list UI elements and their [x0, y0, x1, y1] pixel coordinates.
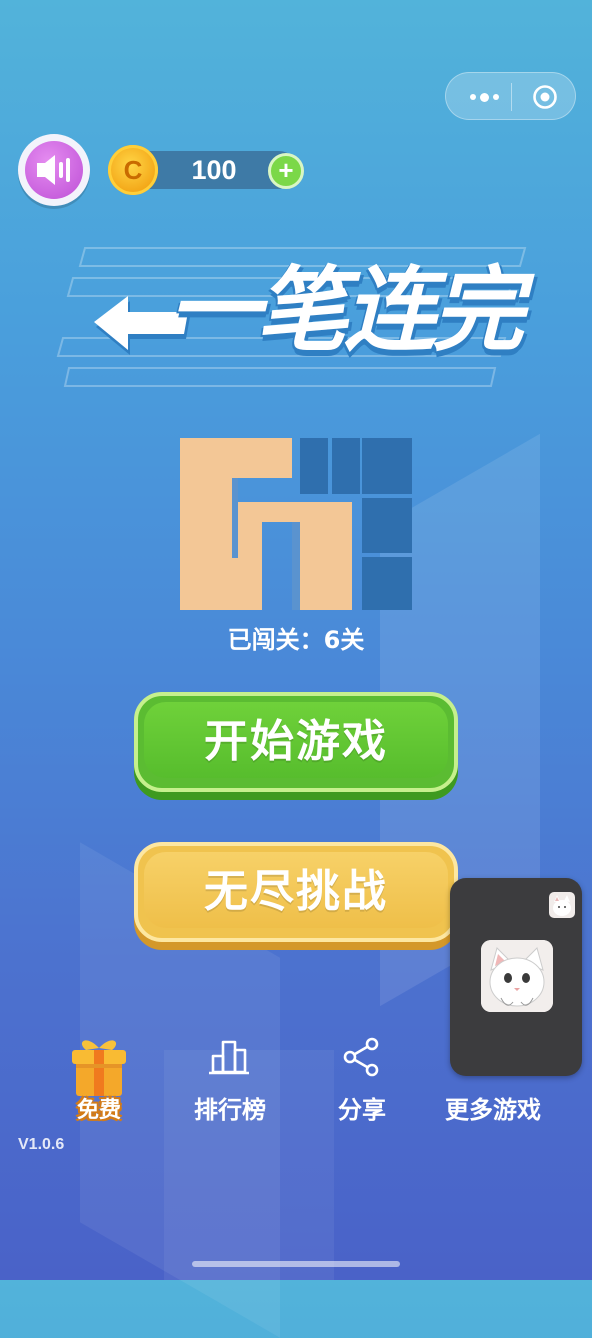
version-text: V1.0.6: [18, 1136, 65, 1153]
nav-leaderboard[interactable]: 排行榜: [180, 1030, 280, 1130]
mini-program-capsule: [445, 72, 576, 120]
more-options-icon[interactable]: [466, 87, 502, 107]
free-label: 免费: [76, 1098, 121, 1123]
game-logo-title: 一笔连完: [168, 257, 524, 364]
levels-cleared-text: 已闯关：6关: [227, 626, 365, 654]
share-icon: [343, 1037, 379, 1077]
leaderboard-label: 排行榜: [194, 1096, 266, 1124]
endless-challenge-button[interactable]: 无尽挑战: [134, 842, 458, 942]
cat-thumbnail: [481, 940, 553, 1012]
nav-more-games[interactable]: 更多游戏: [428, 1030, 558, 1130]
start-game-label: 开始游戏: [204, 716, 388, 767]
level-preview: [180, 438, 412, 610]
add-coins-button[interactable]: +: [268, 153, 304, 189]
endless-challenge-label: 无尽挑战: [204, 866, 388, 917]
more-games-label: 更多游戏: [445, 1096, 541, 1124]
home-indicator: [192, 1261, 400, 1267]
coin-icon-letter: C: [123, 155, 143, 185]
start-game-button[interactable]: 开始游戏: [134, 692, 458, 792]
nav-share[interactable]: 分享: [322, 1030, 402, 1130]
game-home-screen: { "header": { "coins": "100", "coin_symb…: [0, 0, 592, 1338]
gift-box-icon: [72, 1040, 126, 1096]
sound-toggle-button[interactable]: [18, 134, 90, 206]
speaker-icon: [37, 155, 70, 185]
capsule-divider: [511, 83, 512, 111]
nav-free-gift[interactable]: 免费: [56, 1030, 142, 1130]
coin-count: 100: [191, 155, 237, 185]
cat-thumbnail-small: [549, 892, 575, 918]
close-program-icon[interactable]: [532, 84, 558, 110]
leaderboard-icon: [209, 1040, 249, 1075]
share-label: 分享: [338, 1096, 386, 1124]
cat-image: [481, 940, 553, 1012]
coin-icon: C: [108, 145, 158, 195]
